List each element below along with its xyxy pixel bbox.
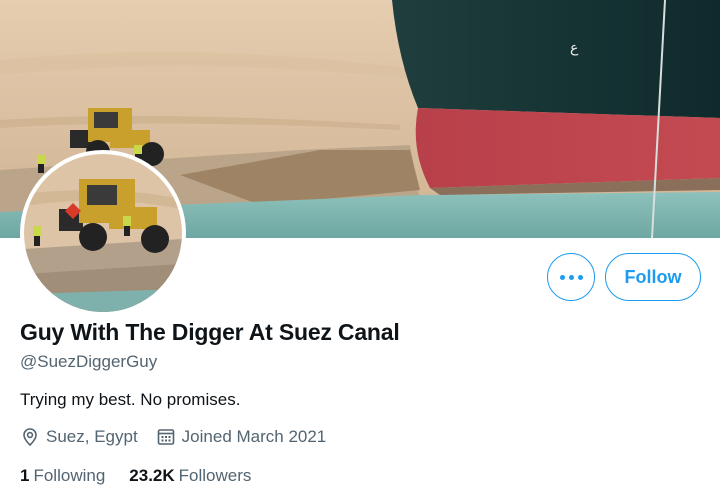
joined-item: Joined March 2021 bbox=[156, 427, 327, 447]
following-link[interactable]: 1 Following bbox=[20, 466, 105, 486]
following-count: 1 bbox=[20, 466, 30, 485]
profile-avatar[interactable] bbox=[20, 150, 186, 316]
svg-text:ع: ع bbox=[570, 40, 579, 56]
location-pin-icon bbox=[23, 428, 37, 447]
user-handle: @SuezDiggerGuy bbox=[20, 352, 158, 371]
follow-stats: 1 Following 23.2K Followers bbox=[20, 466, 275, 486]
profile-bio: Trying my best. No promises. bbox=[20, 390, 241, 409]
location-item: Suez, Egypt bbox=[20, 427, 138, 447]
followers-label: Followers bbox=[178, 466, 252, 485]
more-options-button[interactable] bbox=[547, 253, 595, 301]
display-name: Guy With The Digger At Suez Canal bbox=[20, 319, 400, 345]
more-dots-icon bbox=[559, 274, 583, 280]
followers-link[interactable]: 23.2K Followers bbox=[129, 466, 251, 486]
profile-meta: Suez, Egypt Joined March 2021 bbox=[20, 427, 344, 447]
location-text: Suez, Egypt bbox=[46, 427, 138, 446]
following-label: Following bbox=[33, 466, 106, 485]
joined-text: Joined March 2021 bbox=[181, 427, 327, 446]
follow-button[interactable]: Follow bbox=[605, 253, 701, 301]
followers-count: 23.2K bbox=[129, 466, 175, 485]
calendar-icon bbox=[157, 429, 174, 445]
